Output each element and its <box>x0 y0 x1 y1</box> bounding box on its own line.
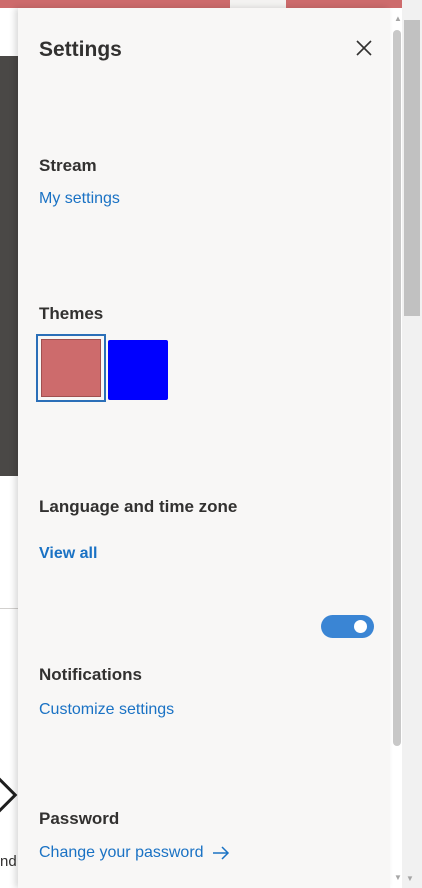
notifications-toggle[interactable] <box>321 615 374 638</box>
page-scrollbar-thumb[interactable] <box>404 20 420 316</box>
background-partial-text: nd <box>0 853 17 870</box>
language-section-title: Language and time zone <box>39 497 238 516</box>
customize-settings-link[interactable]: Customize settings <box>39 701 174 719</box>
settings-panel: Settings Stream My settings Themes Langu… <box>18 8 390 888</box>
close-button[interactable] <box>352 36 376 60</box>
my-settings-link[interactable]: My settings <box>39 190 120 208</box>
panel-scroll-down-icon[interactable]: ▼ <box>394 873 402 882</box>
background-card <box>0 548 18 609</box>
panel-scrollbar-thumb[interactable] <box>393 30 401 746</box>
view-all-link[interactable]: View all <box>39 545 97 563</box>
theme-swatch-blue[interactable] <box>108 340 168 400</box>
app-top-bar <box>0 0 422 8</box>
password-section-title: Password <box>39 809 120 828</box>
arrow-right-icon <box>213 846 230 860</box>
panel-scroll-up-icon[interactable]: ▲ <box>394 14 402 23</box>
toggle-knob <box>354 620 367 633</box>
background-media-panel <box>0 56 18 476</box>
stream-section-title: Stream <box>39 156 97 175</box>
themes-section-title: Themes <box>39 304 104 323</box>
theme-swatch-coral-fill <box>41 339 101 397</box>
background-tag-icon <box>0 776 18 814</box>
page-scroll-down-icon[interactable]: ▼ <box>406 874 414 883</box>
change-password-label: Change your password <box>39 844 204 861</box>
app-top-bar-tab <box>230 0 286 8</box>
change-password-link[interactable]: Change your password <box>39 844 230 862</box>
notifications-section-title: Notifications <box>39 665 142 684</box>
close-icon <box>356 40 372 56</box>
panel-title: Settings <box>39 38 122 61</box>
theme-swatch-coral[interactable] <box>36 334 106 402</box>
